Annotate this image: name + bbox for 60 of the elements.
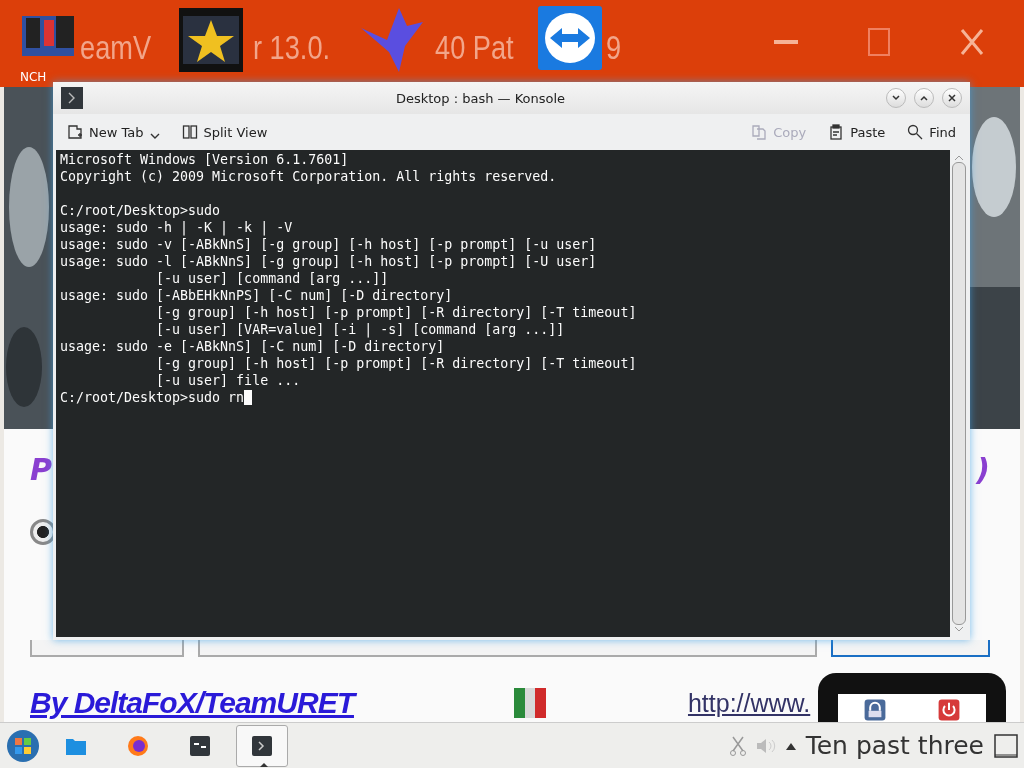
close-button[interactable] xyxy=(942,88,962,108)
flag-icon xyxy=(513,688,546,718)
terminal-line: C:/root/Desktop>sudo rn xyxy=(60,389,946,406)
star-film-icon[interactable] xyxy=(178,8,243,72)
terminal-line: [-u user] [VAR=value] [-i | -s] [command [arg ...]] xyxy=(155,321,566,338)
caret-icon xyxy=(149,131,160,141)
terminal-line: usage: sudo -e [-ABkNnS] [-C num] [-D directory] xyxy=(60,338,446,355)
scrollbar-thumb[interactable] xyxy=(952,162,966,625)
scroll-up-icon[interactable] xyxy=(954,154,964,162)
terminal-line: usage: sudo [-ABbEHkNnPS] [-C num] [-D directory] xyxy=(60,287,454,304)
window-app-icon xyxy=(190,735,210,756)
copy-icon xyxy=(751,124,768,140)
terminal-icon xyxy=(61,87,83,109)
chevron-down-icon xyxy=(891,93,901,103)
expand-arrow-icon[interactable] xyxy=(785,741,796,750)
minimize-button[interactable] xyxy=(886,88,906,108)
terminal-line: usage: sudo -v [-ABkNnS] [-g group] [-h host] [-p prompt] [-u user] xyxy=(60,236,598,253)
chevron-up-icon xyxy=(919,93,929,103)
terminal-line: usage: sudo -l [-ABkNnS] [-g group] [-h host] [-p prompt] [-U user] xyxy=(60,253,598,270)
window-title-fragment: eamV xyxy=(80,28,152,67)
paste-button[interactable]: Paste xyxy=(826,122,888,142)
heading-fragment: ) xyxy=(976,451,990,487)
clipboard-icon xyxy=(828,124,845,140)
panel[interactable] xyxy=(831,640,990,657)
close-icon[interactable] xyxy=(960,28,984,56)
window-title-fragment: 40 Pat xyxy=(435,28,514,67)
taskbar-app-button[interactable] xyxy=(236,724,288,767)
url-link[interactable]: http://www. xyxy=(687,688,811,718)
search-icon xyxy=(907,124,924,140)
terminal-line: Microsoft Windows [Version 6.1.7601] xyxy=(60,151,350,168)
power-icon[interactable] xyxy=(937,698,961,722)
terminal-line: C:/root/Desktop>sudo xyxy=(60,202,222,219)
scissors-icon[interactable] xyxy=(729,735,746,756)
lock-icon[interactable] xyxy=(863,698,887,722)
show-desktop-icon[interactable] xyxy=(994,733,1018,758)
window-title-fragment: 9 xyxy=(605,28,621,67)
radio-button[interactable] xyxy=(30,519,56,545)
new-tab-icon xyxy=(67,124,83,140)
terminal-line: [-u user] file ... xyxy=(155,372,302,389)
start-orb-icon[interactable] xyxy=(6,728,40,763)
scroll-down-icon[interactable] xyxy=(954,625,964,633)
terminal-line: [-g group] [-h host] [-p prompt] [-R directory] [-T timeout] xyxy=(155,304,638,321)
maximize-button[interactable] xyxy=(914,88,934,108)
desktop-icon-label: NCH xyxy=(20,70,47,84)
close-icon xyxy=(947,93,957,103)
terminal-line: [-g group] [-h host] [-p prompt] [-R directory] [-T timeout] xyxy=(155,355,638,372)
heading-fragment: P xyxy=(30,451,52,487)
firefox-icon xyxy=(127,734,149,757)
find-button[interactable]: Find xyxy=(905,122,958,142)
window-title-fragment: r 13.0. xyxy=(252,28,330,67)
split-view-button[interactable]: Split View xyxy=(179,122,270,142)
terminal-line: [-u user] [command [arg ...]] xyxy=(155,270,390,287)
clock[interactable]: Ten past three xyxy=(805,731,984,760)
window-title: Desktop : bash — Konsole xyxy=(394,90,567,106)
terminal-line: usage: sudo -h | -K | -k | -V xyxy=(60,219,294,236)
terminal-line: Copyright (c) 2009 Microsoft Corporation. All rights reserved. xyxy=(60,168,558,185)
split-view-icon xyxy=(181,124,198,140)
arrows-app-icon[interactable] xyxy=(537,6,602,70)
terminal-icon xyxy=(252,735,272,756)
new-tab-button[interactable]: New Tab xyxy=(65,121,162,143)
